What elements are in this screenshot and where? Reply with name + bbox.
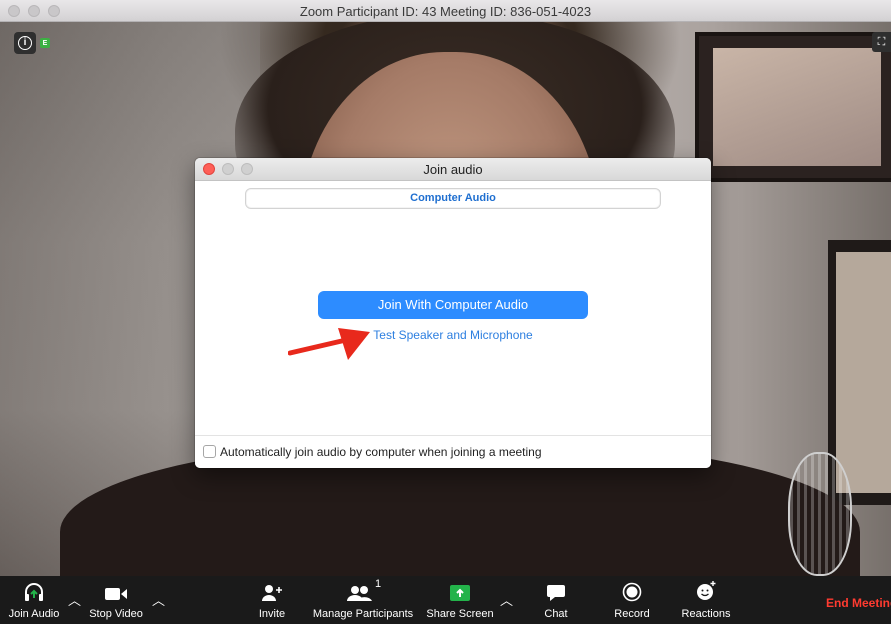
invite-button[interactable]: Invite: [252, 576, 292, 624]
auto-join-checkbox[interactable]: [203, 445, 216, 458]
red-arrow-annotation: [288, 328, 370, 360]
join-computer-audio-button[interactable]: Join With Computer Audio: [318, 291, 588, 319]
end-meeting-button[interactable]: End Meeting: [826, 596, 891, 610]
chat-label: Chat: [544, 608, 568, 620]
dialog-footer: Automatically join audio by computer whe…: [195, 435, 711, 468]
chat-button[interactable]: Chat: [536, 576, 576, 624]
join-audio-button[interactable]: Join Audio: [4, 576, 64, 624]
fullscreen-icon[interactable]: ⛶: [872, 32, 891, 52]
participant-count: 1: [374, 578, 382, 590]
dialog-title: Join audio: [423, 162, 483, 177]
reactions-label: Reactions: [681, 608, 731, 620]
stop-video-label: Stop Video: [89, 608, 143, 620]
test-speaker-microphone-link[interactable]: Test Speaker and Microphone: [195, 328, 711, 342]
chat-bubble-icon: [536, 576, 576, 602]
auto-join-label[interactable]: Automatically join audio by computer whe…: [220, 445, 542, 459]
window-titlebar: Zoom Participant ID: 43 Meeting ID: 836-…: [0, 0, 891, 22]
add-person-icon: [252, 576, 292, 602]
record-icon: [608, 576, 656, 602]
meeting-toolbar: Join Audio ︿ Stop Video ︿ Invite 1 Manag…: [0, 576, 891, 624]
audio-options-chevron-icon[interactable]: ︿: [68, 590, 81, 609]
manage-participants-button[interactable]: 1 Manage Participants: [310, 576, 416, 624]
participants-icon: 1: [310, 576, 416, 602]
share-options-chevron-icon[interactable]: ︿: [500, 590, 513, 609]
reactions-button[interactable]: Reactions: [678, 576, 734, 624]
headphones-icon: [4, 576, 64, 602]
info-icon[interactable]: i: [14, 32, 36, 54]
smiley-plus-icon: [678, 576, 734, 602]
window-title: Zoom Participant ID: 43 Meeting ID: 836-…: [299, 4, 592, 19]
stop-video-button[interactable]: Stop Video: [86, 576, 146, 624]
invite-label: Invite: [258, 608, 286, 620]
record-label: Record: [614, 608, 650, 620]
record-button[interactable]: Record: [608, 576, 656, 624]
desk-fan: [788, 452, 852, 576]
video-options-chevron-icon[interactable]: ︿: [152, 590, 165, 609]
manage-participants-label: Manage Participants: [312, 608, 414, 620]
join-audio-dialog: Join audio Computer Audio Join With Comp…: [195, 158, 711, 468]
share-screen-button[interactable]: Share Screen: [424, 576, 496, 624]
join-audio-label: Join Audio: [8, 608, 60, 620]
video-camera-icon: [86, 576, 146, 602]
audio-tab-bar: Computer Audio: [245, 188, 661, 209]
tab-computer-audio[interactable]: Computer Audio: [246, 189, 660, 208]
wall-picture-frame: [695, 32, 891, 182]
dialog-titlebar: Join audio: [195, 158, 711, 181]
encryption-badge: E: [40, 38, 50, 48]
share-screen-icon: [424, 576, 496, 602]
share-screen-label: Share Screen: [426, 608, 494, 620]
